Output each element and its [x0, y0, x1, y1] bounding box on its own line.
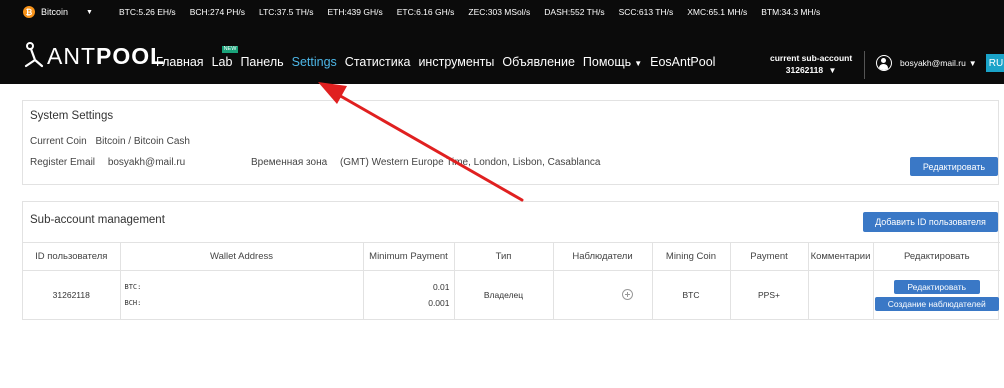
current-coin-value: Bitcoin / Bitcoin Cash [95, 136, 190, 147]
menu-lab-label: Lab [211, 55, 233, 69]
cell-edit: Редактировать Создание наблюдателей [873, 271, 1000, 320]
coin-name: Bitcoin [41, 7, 69, 17]
antpool-logo[interactable]: ANTPOOL [22, 40, 165, 68]
chevron-down-icon: ▼ [634, 59, 643, 68]
wallet-btc: BTC: [124, 283, 142, 292]
system-settings-title: System Settings [30, 110, 114, 122]
edit-subaccount-button[interactable]: Редактировать [893, 279, 980, 294]
add-watcher-icon[interactable] [622, 288, 633, 300]
col-payment: Payment [730, 242, 809, 271]
system-settings-panel: System Settings Current Coin Bitcoin / B… [22, 100, 999, 185]
cell-minimum-payment: 0.01 0.001 [363, 270, 455, 320]
user-avatar-icon [876, 55, 892, 71]
subaccount-title: Sub-account management [30, 214, 165, 226]
col-user-id: ID пользователя [23, 242, 121, 271]
logo-pool: POOL [96, 43, 166, 69]
chevron-down-icon: ▼ [968, 58, 977, 68]
table-header-row: ID пользователя Wallet Address Minimum P… [23, 242, 1000, 271]
cell-mining-coin: BTC [652, 270, 731, 320]
ticker-item: ETH:439 GH/s [327, 7, 383, 17]
menu-eosantpool[interactable]: EosAntPool [650, 55, 715, 69]
col-mining-coin: Mining Coin [652, 242, 731, 271]
subaccount-panel: Sub-account management Добавить ID польз… [22, 201, 1000, 320]
register-email-value: bosyakh@mail.ru [107, 157, 186, 168]
col-wallet-address: Wallet Address [120, 242, 364, 271]
logo-text: ANTPOOL [47, 45, 165, 68]
cell-wallet-address: BTC: BCH: [120, 270, 364, 320]
subaccount-switcher[interactable]: current sub-account 31262118 ▼ [770, 52, 852, 77]
table-row: 31262118 BTC: BCH: 0.01 0.001 Владелец B… [23, 270, 1000, 320]
menu-settings[interactable]: Settings [292, 55, 337, 69]
min-payment-bch: 0.001 [428, 298, 450, 309]
ticker-items: BTC:5.26 EH/s BCH:274 PH/s LTC:37.5 TH/s… [119, 7, 834, 17]
menu-announcements[interactable]: Объявление [502, 55, 575, 69]
col-minimum-payment: Minimum Payment [363, 242, 455, 271]
cell-user-id: 31262118 [23, 270, 121, 320]
col-watchers: Наблюдатели [553, 242, 653, 271]
menu-help[interactable]: Помощь ▼ [583, 55, 642, 69]
col-comments: Комментарии [808, 242, 874, 271]
col-type: Тип [454, 242, 554, 271]
logo-ant: ANT [47, 43, 96, 69]
user-email: bosyakh@mail.ru [900, 58, 966, 68]
cell-payment: PPS+ [730, 270, 809, 320]
ticker-item: LTC:37.5 TH/s [258, 7, 314, 17]
language-switcher[interactable]: RU [986, 54, 1004, 72]
main-nav: ANTPOOL Главная NEW Lab Панель Settings … [0, 24, 1004, 84]
new-badge: NEW [221, 46, 239, 53]
ticker-item: BTM:34.3 MH/s [761, 7, 821, 17]
ticker-item: XMC:65.1 MH/s [687, 7, 748, 17]
current-coin-row: Current Coin Bitcoin / Bitcoin Cash [30, 136, 190, 147]
timezone-row: Временная зона (GMT) Western Europe Time… [251, 157, 600, 168]
menu-tools[interactable]: инструменты [418, 55, 494, 69]
min-payment-btc: 0.01 [432, 282, 450, 293]
ticker-item: SCC:613 TH/s [618, 7, 674, 17]
menu-home[interactable]: Главная [156, 55, 204, 69]
wallet-bch: BCH: [124, 299, 142, 308]
top-menu: Главная NEW Lab Панель Settings Статисти… [156, 46, 723, 69]
menu-help-label: Помощь [582, 55, 632, 69]
current-coin-label: Current Coin [30, 136, 87, 147]
timezone-value: (GMT) Western Europe Time, London, Lisbo… [339, 157, 601, 168]
menu-stats[interactable]: Статистика [345, 55, 411, 69]
hashrate-ticker: ₿ Bitcoin ▼ BTC:5.26 EH/s BCH:274 PH/s L… [0, 0, 1004, 24]
col-edit: Редактировать [873, 242, 1000, 271]
cell-comment [808, 270, 874, 320]
cell-type: Владелец [454, 270, 554, 320]
ticker-item: DASH:552 TH/s [544, 7, 605, 17]
register-email-row: Register Email bosyakh@mail.ru [30, 157, 185, 168]
nav-divider [864, 51, 865, 79]
cell-watchers [553, 270, 653, 320]
ticker-item: BCH:274 PH/s [189, 7, 245, 17]
timezone-label: Временная зона [251, 157, 328, 168]
subaccount-label: current sub-account [770, 53, 853, 63]
chevron-down-icon: ▼ [828, 66, 837, 75]
register-email-label: Register Email [30, 157, 96, 168]
create-watchers-button[interactable]: Создание наблюдателей [874, 296, 999, 311]
edit-settings-button[interactable]: Редактировать [910, 157, 998, 176]
subaccount-value: 31262118 [785, 65, 824, 75]
ticker-item: BTC:5.26 EH/s [119, 7, 176, 17]
ticker-item: ZEC:303 MSol/s [468, 7, 531, 17]
chevron-down-icon: ▼ [86, 8, 93, 16]
menu-lab[interactable]: NEW Lab [211, 46, 239, 69]
subaccount-table: ID пользователя Wallet Address Minimum P… [23, 242, 1000, 320]
bitcoin-icon: ₿ [23, 6, 35, 18]
coin-selector[interactable]: ₿ Bitcoin ▼ [23, 6, 109, 18]
menu-panel[interactable]: Панель [240, 55, 283, 69]
ant-logo-icon [24, 42, 44, 68]
ticker-item: ETC:6.16 GH/s [396, 7, 455, 17]
user-menu[interactable]: bosyakh@mail.ru ▼ [876, 55, 977, 71]
add-user-id-button[interactable]: Добавить ID пользователя [863, 212, 998, 232]
